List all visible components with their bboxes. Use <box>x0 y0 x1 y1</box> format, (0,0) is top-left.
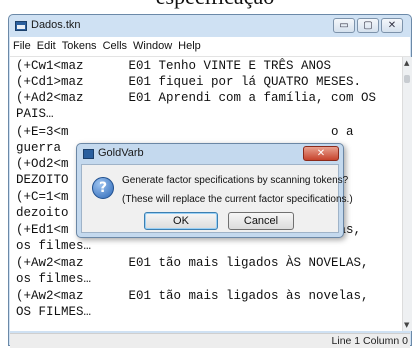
window-title: Dados.tkn <box>31 19 81 31</box>
editor-line: (+Cd1>maz E01 fiquei por lá QUATRO MESES… <box>16 75 362 89</box>
menu-tokens[interactable]: Tokens <box>59 37 100 52</box>
maximize-button[interactable]: ▢ <box>357 18 379 33</box>
editor-line: dezoito <box>16 206 69 220</box>
editor-line: (+Cw1<maz E01 Tenho VINTE E TRÊS ANOS <box>16 59 332 73</box>
editor-line: (+Ad2<maz E01 Aprendi com a família, com… <box>16 91 377 105</box>
scroll-down-icon[interactable]: ▼ <box>404 321 409 329</box>
confirm-dialog: GoldVarb ✕ ? Generate factor specificati… <box>76 143 353 238</box>
editor-line: os filmes… <box>16 239 92 253</box>
cursor-position: Line 1 Column 0 <box>331 335 408 347</box>
menu-edit[interactable]: Edit <box>34 37 59 52</box>
cancel-button[interactable]: Cancel <box>228 212 294 230</box>
editor-line: os filmes… <box>16 272 92 286</box>
dialog-close-button[interactable]: ✕ <box>303 146 339 161</box>
close-button[interactable]: ✕ <box>381 18 403 33</box>
minimize-button[interactable]: ▭ <box>333 18 355 33</box>
dialog-message: Generate factor specifications by scanni… <box>122 175 349 186</box>
scroll-up-icon[interactable]: ▲ <box>404 59 409 67</box>
editor-line: OS FILMES… <box>16 305 92 319</box>
menu-help[interactable]: Help <box>175 37 204 52</box>
vertical-scrollbar[interactable]: ▲ ▼ <box>402 57 412 331</box>
dialog-sub-message: (These will replace the current factor s… <box>122 194 353 205</box>
window-titlebar[interactable]: Dados.tkn ▭ ▢ ✕ <box>9 15 411 37</box>
menu-bar: File Edit Tokens Cells Window Help <box>10 37 410 57</box>
editor-line: (+Aw2<maz E01 tão mais ligados ÀS NOVELA… <box>16 256 369 270</box>
scroll-thumb[interactable] <box>404 75 410 83</box>
menu-cells[interactable]: Cells <box>100 37 130 52</box>
question-icon: ? <box>92 177 114 199</box>
page-header-fragment: especificação <box>120 0 310 10</box>
app-icon <box>83 149 94 159</box>
dialog-titlebar[interactable]: GoldVarb ✕ <box>77 144 343 164</box>
ok-button[interactable]: OK <box>144 212 218 230</box>
editor-line: DEZOITO <box>16 173 69 187</box>
editor-line: guerra <box>16 141 62 155</box>
editor-line: (+E=3<m o a <box>16 125 354 139</box>
dialog-body: ? Generate factor specifications by scan… <box>81 164 353 233</box>
menu-window[interactable]: Window <box>130 37 175 52</box>
editor-line: PAIS… <box>16 107 54 121</box>
app-icon <box>15 21 27 31</box>
menu-file[interactable]: File <box>10 37 34 52</box>
editor-line: (+Aw2<maz E01 tão mais ligados às novela… <box>16 289 369 303</box>
dialog-title: GoldVarb <box>98 147 144 159</box>
